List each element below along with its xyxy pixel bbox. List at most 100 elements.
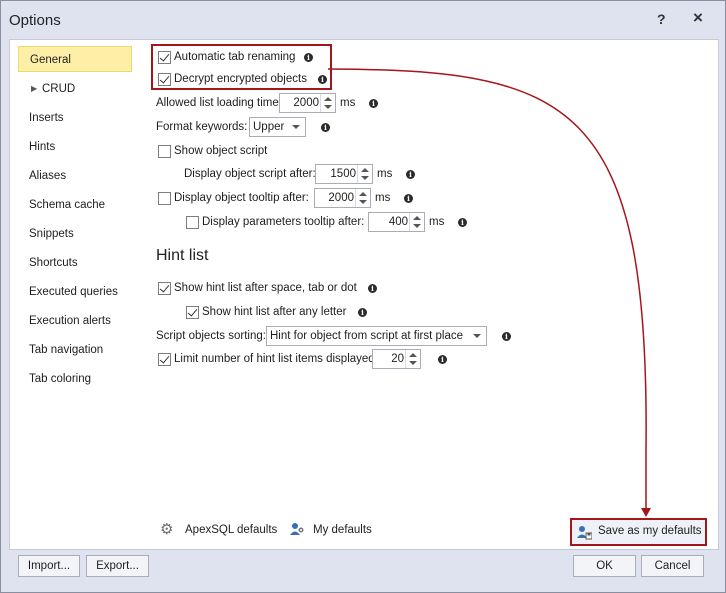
nav-item-label: General bbox=[30, 54, 71, 66]
spinner-value: 400 bbox=[388, 216, 408, 228]
info-icon[interactable]: i bbox=[404, 194, 413, 203]
unit-label: ms bbox=[429, 216, 445, 228]
unit-label: ms bbox=[375, 192, 391, 204]
unit-label: ms bbox=[340, 97, 356, 109]
info-icon[interactable]: i bbox=[438, 355, 447, 364]
spin-down-icon[interactable] bbox=[359, 200, 367, 204]
cancel-button[interactable]: Cancel bbox=[641, 555, 704, 577]
display-tooltip-spinner[interactable]: 2000 bbox=[314, 188, 371, 208]
nav-item-crud[interactable]: ▶ CRUD bbox=[18, 76, 132, 102]
spinner-value: 2000 bbox=[293, 97, 319, 109]
format-keywords-label: Format keywords: bbox=[156, 121, 248, 133]
nav-item-execution-alerts[interactable]: Execution alerts bbox=[18, 308, 132, 334]
spin-down-icon[interactable] bbox=[413, 224, 421, 228]
allowed-list-loading-label: Allowed list loading time: bbox=[156, 97, 282, 109]
nav-item-aliases[interactable]: Aliases bbox=[18, 163, 132, 189]
nav-item-label: Tab navigation bbox=[29, 344, 104, 356]
apexsql-defaults-button[interactable]: ApexSQL defaults bbox=[185, 524, 277, 536]
unit-label: ms bbox=[377, 168, 393, 180]
gear-icon: ⚙ bbox=[160, 521, 174, 538]
format-keywords-select[interactable]: Upper bbox=[249, 117, 306, 137]
nav-item-schema-cache[interactable]: Schema cache bbox=[18, 192, 132, 218]
chevron-down-icon[interactable] bbox=[473, 334, 481, 338]
combo-value: Hint for object from script at first pla… bbox=[270, 330, 464, 342]
display-params-tooltip-spinner[interactable]: 400 bbox=[368, 212, 425, 232]
info-icon[interactable]: i bbox=[368, 284, 377, 293]
close-button[interactable]: × bbox=[693, 8, 703, 28]
help-button[interactable]: ? bbox=[657, 11, 666, 27]
nav-item-label: Inserts bbox=[29, 112, 64, 124]
decrypt-objects-checkbox[interactable] bbox=[158, 73, 171, 86]
nav-item-tab-coloring[interactable]: Tab coloring bbox=[18, 366, 132, 392]
spinner-arrows[interactable] bbox=[357, 165, 372, 183]
show-hint-after-letter-label: Show hint list after any letter bbox=[202, 306, 347, 318]
spin-up-icon[interactable] bbox=[413, 216, 421, 220]
spin-down-icon[interactable] bbox=[361, 176, 369, 180]
display-tooltip-label: Display object tooltip after: bbox=[174, 192, 309, 204]
allowed-list-loading-spinner[interactable]: 2000 bbox=[279, 93, 336, 113]
nav-item-label: Tab coloring bbox=[29, 373, 92, 385]
decrypt-objects-label: Decrypt encrypted objects bbox=[174, 73, 307, 85]
info-icon[interactable]: i bbox=[358, 308, 367, 317]
spin-down-icon[interactable] bbox=[409, 361, 417, 365]
nav-item-label: Aliases bbox=[29, 170, 67, 182]
spin-down-icon[interactable] bbox=[324, 105, 332, 109]
my-defaults-button[interactable]: My defaults bbox=[313, 524, 372, 536]
nav-item-general[interactable]: General bbox=[18, 46, 132, 72]
spinner-arrows[interactable] bbox=[405, 350, 420, 368]
auto-tab-renaming-label: Automatic tab renaming bbox=[174, 51, 296, 63]
info-icon[interactable]: i bbox=[406, 170, 415, 179]
save-as-my-defaults-button[interactable]: Save as my defaults bbox=[570, 518, 707, 546]
options-content: General ▶ CRUD Inserts Hints Aliases Sche… bbox=[9, 39, 719, 550]
dialog-title: Options bbox=[9, 12, 61, 29]
limit-hint-items-checkbox[interactable] bbox=[158, 353, 171, 366]
limit-hint-items-spinner[interactable]: 20 bbox=[372, 349, 421, 369]
spinner-arrows[interactable] bbox=[320, 94, 335, 112]
save-user-icon bbox=[577, 526, 592, 540]
users-icon bbox=[290, 523, 304, 535]
nav-item-executed-queries[interactable]: Executed queries bbox=[18, 279, 132, 305]
spin-up-icon[interactable] bbox=[359, 192, 367, 196]
script-objects-sorting-select[interactable]: Hint for object from script at first pla… bbox=[266, 326, 487, 346]
show-object-script-checkbox[interactable] bbox=[158, 145, 171, 158]
nav-item-label: Execution alerts bbox=[29, 315, 111, 327]
info-icon[interactable]: i bbox=[321, 123, 330, 132]
nav-item-shortcuts[interactable]: Shortcuts bbox=[18, 250, 132, 276]
display-script-after-label: Display object script after: bbox=[184, 168, 316, 180]
spin-up-icon[interactable] bbox=[361, 168, 369, 172]
display-script-after-spinner[interactable]: 1500 bbox=[315, 164, 373, 184]
auto-tab-renaming-checkbox[interactable] bbox=[158, 51, 171, 64]
nav-item-tab-navigation[interactable]: Tab navigation bbox=[18, 337, 132, 363]
nav-item-inserts[interactable]: Inserts bbox=[18, 105, 132, 131]
expand-arrow-icon[interactable]: ▶ bbox=[31, 76, 37, 102]
show-hint-after-space-checkbox[interactable] bbox=[158, 282, 171, 295]
show-hint-after-space-label: Show hint list after space, tab or dot bbox=[174, 282, 357, 294]
show-object-script-label: Show object script bbox=[174, 145, 268, 157]
nav-item-hints[interactable]: Hints bbox=[18, 134, 132, 160]
display-params-tooltip-label: Display parameters tooltip after: bbox=[202, 216, 365, 228]
nav-item-label: Schema cache bbox=[29, 199, 106, 211]
display-tooltip-checkbox[interactable] bbox=[158, 192, 171, 205]
spin-up-icon[interactable] bbox=[409, 353, 417, 357]
nav-item-snippets[interactable]: Snippets bbox=[18, 221, 132, 247]
import-button[interactable]: Import... bbox=[18, 555, 80, 577]
nav-item-label: Snippets bbox=[29, 228, 74, 240]
limit-hint-items-label: Limit number of hint list items displaye… bbox=[174, 353, 378, 365]
info-icon[interactable]: i bbox=[458, 218, 467, 227]
spin-up-icon[interactable] bbox=[324, 97, 332, 101]
display-params-tooltip-checkbox[interactable] bbox=[186, 216, 199, 229]
nav-item-label: Hints bbox=[29, 141, 56, 153]
export-button[interactable]: Export... bbox=[86, 555, 149, 577]
nav-item-label: Executed queries bbox=[29, 286, 118, 298]
nav-item-label: Shortcuts bbox=[29, 257, 78, 269]
spinner-arrows[interactable] bbox=[409, 213, 424, 231]
info-icon[interactable]: i bbox=[369, 99, 378, 108]
info-icon[interactable]: i bbox=[502, 332, 511, 341]
spinner-arrows[interactable] bbox=[355, 189, 370, 207]
ok-button[interactable]: OK bbox=[573, 555, 636, 577]
chevron-down-icon[interactable] bbox=[292, 125, 300, 129]
info-icon[interactable]: i bbox=[318, 75, 327, 84]
spinner-value: 20 bbox=[391, 353, 404, 365]
show-hint-after-letter-checkbox[interactable] bbox=[186, 306, 199, 319]
info-icon[interactable]: i bbox=[304, 53, 313, 62]
